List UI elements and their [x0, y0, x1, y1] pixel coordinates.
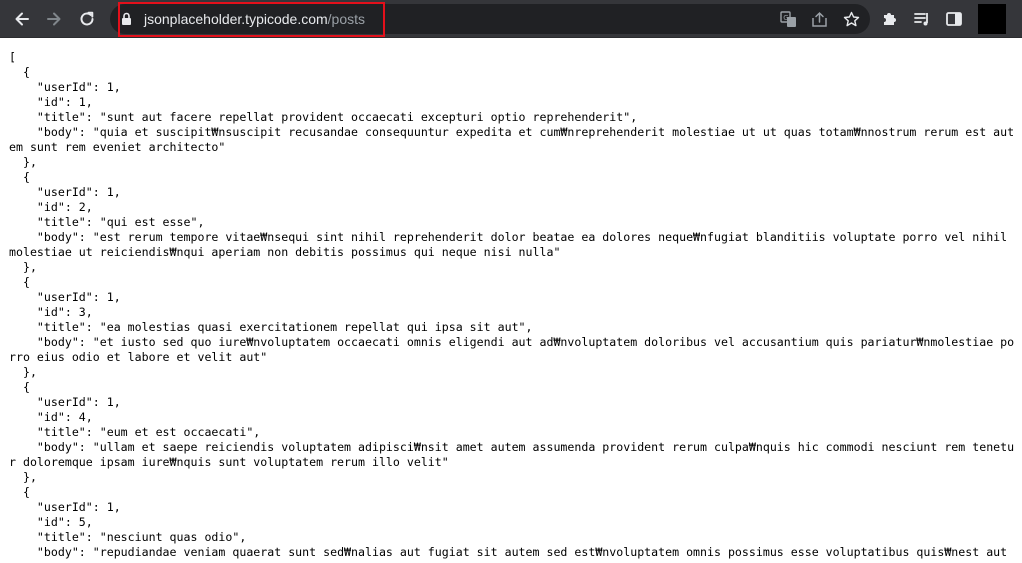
forward-button[interactable] — [40, 5, 68, 33]
forward-arrow-icon — [45, 10, 63, 28]
reading-list-button[interactable] — [908, 5, 936, 33]
json-response-text: [ { "userId": 1, "id": 1, "title": "sunt… — [9, 50, 1015, 559]
lock-icon — [121, 12, 132, 31]
back-arrow-icon — [13, 10, 31, 28]
page-content: [ { "userId": 1, "id": 1, "title": "sunt… — [0, 38, 1022, 563]
address-bar[interactable]: jsonplaceholder.typicode.com/posts G — [110, 4, 870, 34]
profile-avatar[interactable] — [978, 4, 1006, 34]
back-button[interactable] — [8, 5, 36, 33]
share-icon[interactable] — [809, 10, 829, 28]
side-panel-button[interactable] — [940, 5, 968, 33]
svg-text:G: G — [783, 14, 788, 22]
url-text[interactable]: jsonplaceholder.typicode.com/posts — [144, 10, 365, 28]
star-icon[interactable] — [841, 10, 861, 28]
side-panel-icon — [945, 10, 963, 28]
url-path: /posts — [327, 11, 366, 27]
translate-icon[interactable]: G — [778, 10, 798, 28]
puzzle-icon — [881, 10, 899, 28]
reload-button[interactable] — [73, 5, 101, 33]
reading-list-icon — [913, 10, 931, 28]
browser-toolbar: jsonplaceholder.typicode.com/posts G — [0, 0, 1022, 38]
reload-icon — [78, 10, 96, 28]
url-host: jsonplaceholder.typicode.com — [144, 11, 328, 27]
extensions-button[interactable] — [876, 5, 904, 33]
